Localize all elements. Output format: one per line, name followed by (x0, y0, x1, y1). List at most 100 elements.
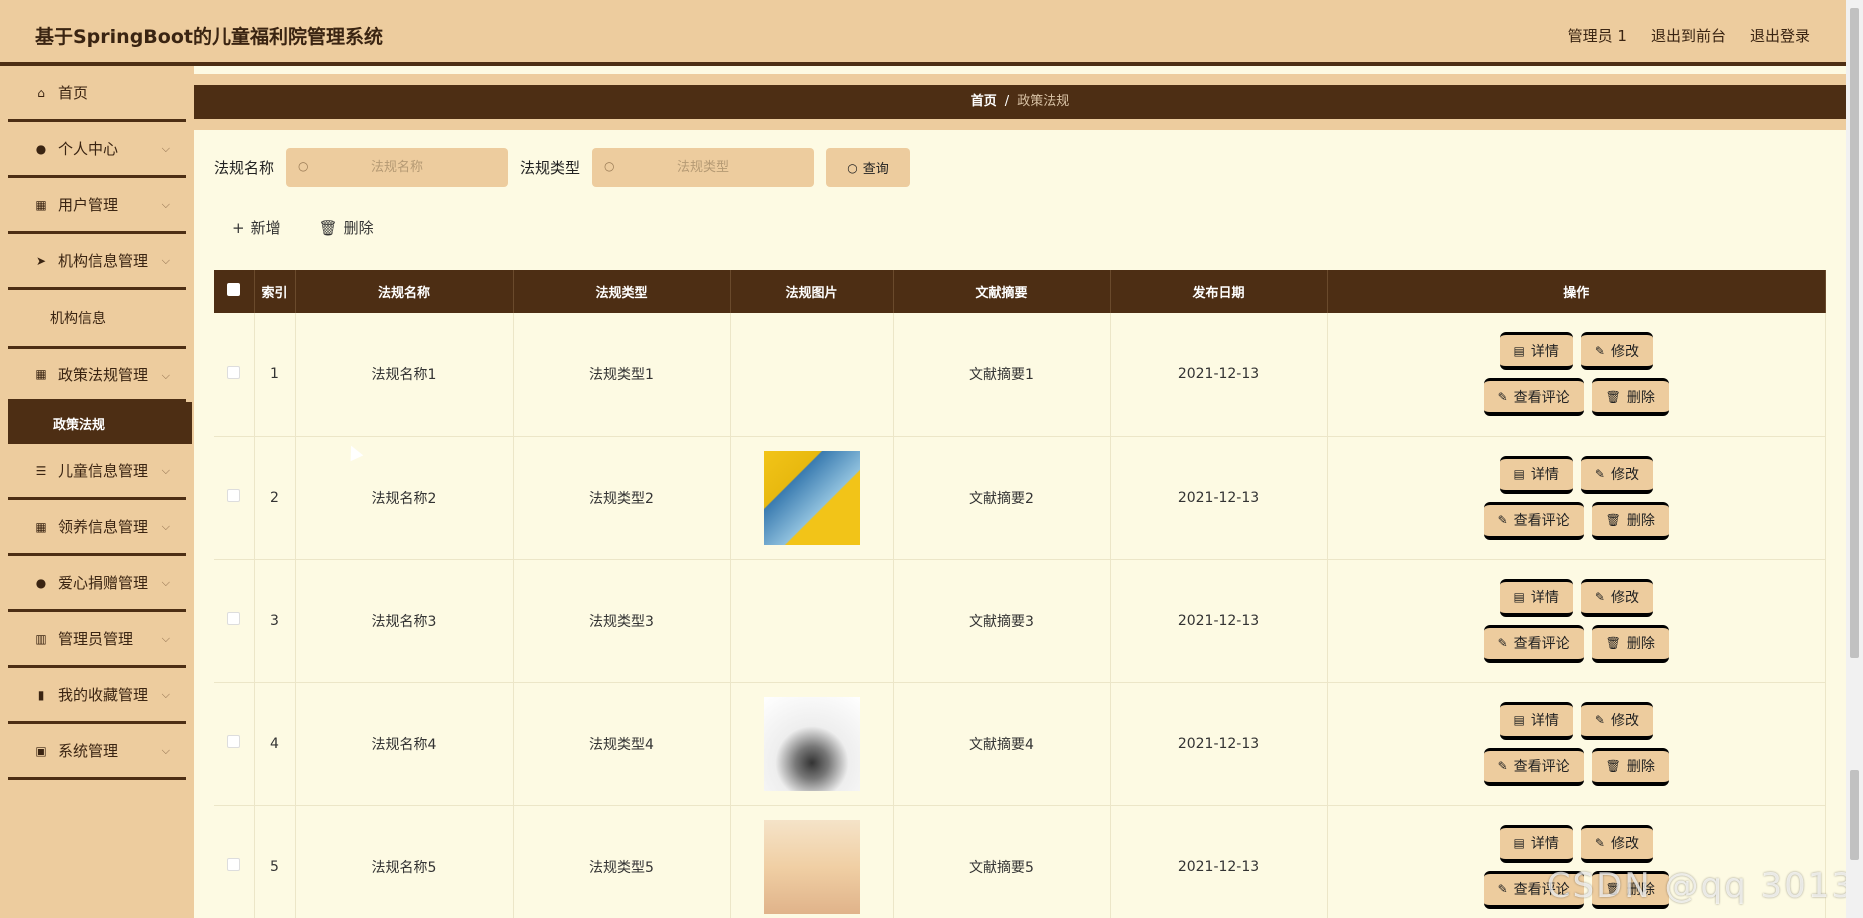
batch-delete-label: 删除 (343, 219, 374, 237)
sidebar-item-home[interactable]: ⌂ 首页 (8, 66, 186, 122)
back-to-front-link[interactable]: 退出到前台 (1651, 25, 1726, 46)
view-comments-button[interactable]: ✎ 查看评论 (1483, 624, 1584, 663)
edit-button[interactable]: ✎ 修改 (1580, 455, 1653, 494)
scrollbar-thumb[interactable] (1850, 8, 1859, 658)
sidebar-item-children[interactable]: ☰ 儿童信息管理 ⌵ (8, 444, 186, 500)
row-name: 法规名称1 (295, 313, 514, 437)
table-body: 1 法规名称1 法规类型1 文献摘要1 2021-12-13 ▤ 详情 ✎ 修改 ✎… (214, 313, 1826, 918)
sidebar-subitem-institution-info[interactable]: 机构信息 (8, 290, 186, 346)
query-button[interactable]: ○ 查询 (826, 148, 911, 187)
breadcrumb-separator: / (1004, 94, 1010, 109)
sidebar-item-label: 爱心捐赠管理 (58, 574, 149, 592)
detail-button[interactable]: ▤ 详情 (1499, 824, 1573, 863)
row-index: 4 (254, 682, 296, 806)
edit-button[interactable]: ✎ 修改 (1580, 332, 1653, 371)
sidebar: ⌂ 首页 ● 个人中心 ⌵ ▦ 用户管理 ⌵ ➤ 机构信息管理 ⌵ 机构信息 ▦… (0, 66, 194, 918)
row-date: 2021-12-13 (1110, 313, 1328, 437)
select-all-cell (214, 270, 255, 313)
sidebar-item-users[interactable]: ▦ 用户管理 ⌵ (8, 178, 186, 234)
row-checkbox[interactable] (227, 858, 241, 871)
row-checkbox[interactable] (227, 365, 241, 379)
add-button[interactable]: + 新增 (232, 217, 281, 238)
column-header: 索引 (254, 270, 296, 313)
sidebar-item-admins[interactable]: ▥ 管理员管理 ⌵ (8, 612, 186, 668)
scrollbar[interactable] (1846, 0, 1863, 918)
sidebar-item-system[interactable]: ▣ 系统管理 ⌵ (8, 724, 186, 780)
sidebar-subitem-label: 机构信息 (50, 311, 106, 327)
batch-delete-button[interactable]: 🗑 删除 (319, 217, 374, 238)
edit-button[interactable]: ✎ 修改 (1580, 701, 1653, 740)
row-actions: ▤ 详情 ✎ 修改 ✎ 查看评论 🗑 删除 (1327, 436, 1826, 560)
row-type: 法规类型5 (513, 805, 731, 918)
row-summary: 文献摘要5 (893, 805, 1111, 918)
delete-button[interactable]: 🗑 删除 (1591, 624, 1669, 663)
row-checkbox[interactable] (227, 489, 241, 502)
detail-button-label: 详情 (1530, 590, 1559, 606)
breadcrumb-home[interactable]: 首页 (971, 94, 997, 109)
delete-button-label: 删除 (1626, 513, 1655, 529)
view-comments-label: 查看评论 (1513, 759, 1570, 775)
search-icon: ○ (847, 160, 858, 175)
row-type: 法规类型3 (513, 559, 731, 683)
sidebar-item-adoption[interactable]: ▦ 领养信息管理 ⌵ (8, 500, 186, 556)
row-type: 法规类型4 (513, 682, 731, 806)
detail-button[interactable]: ▤ 详情 (1499, 701, 1573, 740)
edit-button-label: 修改 (1610, 713, 1639, 729)
scrollbar-thumb-secondary[interactable] (1850, 770, 1859, 860)
pencil-icon: ✎ (1594, 713, 1605, 727)
pencil-icon: ✎ (1497, 759, 1508, 773)
app-title: 基于SpringBoot的儿童福利院管理系统 (35, 26, 383, 48)
row-summary: 文献摘要2 (893, 436, 1111, 560)
column-header: 文献摘要 (893, 270, 1111, 313)
row-checkbox[interactable] (227, 612, 241, 625)
detail-button[interactable]: ▤ 详情 (1499, 455, 1573, 494)
policy-thumbnail (763, 450, 860, 545)
row-index: 3 (254, 559, 296, 683)
row-name: 法规名称5 (295, 805, 514, 918)
sidebar-item-policy[interactable]: ▦ 政策法规管理 ⌵ (8, 346, 186, 402)
row-actions: ▤ 详情 ✎ 修改 ✎ 查看评论 🗑 删除 (1327, 682, 1826, 806)
logout-link[interactable]: 退出登录 (1750, 25, 1810, 46)
chevron-down-icon: ⌵ (161, 198, 170, 211)
name-search-input[interactable] (286, 148, 509, 187)
trash-icon: 🗑 (318, 219, 338, 237)
row-select-cell (214, 559, 255, 683)
sidebar-item-favorites[interactable]: ▮ 我的收藏管理 ⌵ (8, 668, 186, 724)
detail-button[interactable]: ▤ 详情 (1499, 332, 1573, 371)
pencil-icon: ✎ (1594, 467, 1605, 481)
row-name: 法规名称3 (295, 559, 514, 683)
policy-table: 索引 法规名称 法规类型 法规图片 文献摘要 发布日期 操作 1 法规名称1 法… (214, 270, 1826, 918)
table-row: 3 法规名称3 法规类型3 文献摘要3 2021-12-13 ▤ 详情 ✎ 修改 ✎… (214, 559, 1826, 683)
row-date: 2021-12-13 (1110, 559, 1328, 683)
select-all-checkbox[interactable] (227, 283, 241, 296)
view-comments-label: 查看评论 (1513, 389, 1570, 406)
sidebar-item-donation[interactable]: ● 爱心捐赠管理 ⌵ (8, 556, 186, 612)
row-name: 法规名称4 (295, 682, 514, 806)
row-image-cell (730, 682, 894, 806)
edit-button[interactable]: ✎ 修改 (1580, 824, 1653, 863)
view-comments-button[interactable]: ✎ 查看评论 (1483, 747, 1584, 786)
top-header: 基于SpringBoot的儿童福利院管理系统 管理员 1 退出到前台 退出登录 (0, 0, 1846, 66)
row-checkbox[interactable] (227, 735, 241, 748)
edit-button-label: 修改 (1610, 343, 1639, 360)
type-search-input[interactable] (592, 148, 815, 187)
delete-button[interactable]: 🗑 删除 (1591, 378, 1669, 417)
view-comments-button[interactable]: ✎ 查看评论 (1483, 501, 1584, 540)
sidebar-item-institution[interactable]: ➤ 机构信息管理 ⌵ (8, 234, 186, 290)
edit-button[interactable]: ✎ 修改 (1580, 578, 1653, 617)
view-comments-button[interactable]: ✎ 查看评论 (1483, 378, 1584, 417)
search-bar: 法规名称 ○ 法规类型 ○ ○ 查询 (214, 148, 911, 187)
sidebar-item-label: 政策法规管理 (58, 365, 149, 384)
grid-icon: ▦ (35, 197, 47, 212)
delete-button[interactable]: 🗑 删除 (1591, 747, 1669, 786)
detail-button[interactable]: ▤ 详情 (1499, 578, 1573, 617)
home-icon: ⌂ (37, 85, 45, 100)
delete-button[interactable]: 🗑 删除 (1591, 501, 1669, 540)
admin-user-link[interactable]: 管理员 1 (1568, 25, 1627, 46)
sidebar-item-profile[interactable]: ● 个人中心 ⌵ (8, 122, 186, 178)
column-header: 操作 (1327, 270, 1826, 313)
row-image-cell (730, 436, 894, 560)
search-icon: ○ (298, 159, 309, 173)
sidebar-subitem-policy[interactable]: 政策法规 (8, 402, 192, 444)
table-row: 4 法规名称4 法规类型4 文献摘要4 2021-12-13 ▤ 详情 ✎ 修改 ✎… (214, 682, 1826, 806)
